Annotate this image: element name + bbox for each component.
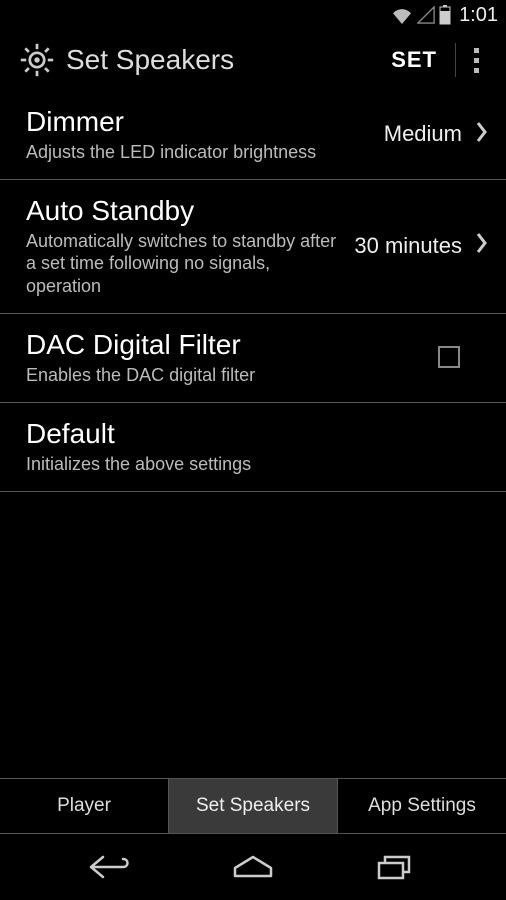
setting-dimmer[interactable]: Dimmer Adjusts the LED indicator brightn… (0, 90, 506, 180)
page-title: Set Speakers (66, 44, 373, 76)
gear-icon (18, 41, 56, 79)
dac-filter-checkbox[interactable] (438, 346, 460, 368)
tab-player[interactable]: Player (0, 779, 169, 833)
home-button[interactable] (223, 847, 283, 887)
settings-list: Dimmer Adjusts the LED indicator brightn… (0, 90, 506, 778)
setting-desc: Automatically switches to standby after … (26, 230, 346, 298)
battery-icon (439, 5, 451, 25)
wifi-icon (391, 6, 413, 24)
set-button[interactable]: SET (373, 47, 455, 73)
status-clock: 1:01 (459, 4, 498, 27)
setting-auto-standby[interactable]: Auto Standby Automatically switches to s… (0, 180, 506, 314)
chevron-right-icon (476, 121, 488, 148)
setting-desc: Enables the DAC digital filter (26, 364, 428, 387)
status-bar: 1:01 (0, 0, 506, 30)
setting-dac-filter[interactable]: DAC Digital Filter Enables the DAC digit… (0, 314, 506, 403)
setting-default[interactable]: Default Initializes the above settings (0, 403, 506, 492)
tab-set-speakers[interactable]: Set Speakers (169, 779, 338, 833)
tab-app-settings[interactable]: App Settings (338, 779, 506, 833)
setting-value: 30 minutes (354, 233, 462, 259)
cell-signal-icon (417, 6, 435, 24)
setting-value: Medium (384, 121, 462, 147)
setting-label: DAC Digital Filter (26, 328, 428, 362)
setting-label: Default (26, 417, 488, 451)
setting-desc: Initializes the above settings (26, 453, 488, 476)
bottom-tabs: Player Set Speakers App Settings (0, 778, 506, 834)
android-navbar (0, 834, 506, 900)
title-bar: Set Speakers SET (0, 30, 506, 90)
setting-desc: Adjusts the LED indicator brightness (26, 141, 376, 164)
chevron-right-icon (476, 232, 488, 259)
back-button[interactable] (81, 847, 141, 887)
recent-apps-button[interactable] (365, 847, 425, 887)
setting-label: Auto Standby (26, 194, 346, 228)
setting-label: Dimmer (26, 105, 376, 139)
overflow-menu-icon[interactable] (456, 48, 496, 73)
